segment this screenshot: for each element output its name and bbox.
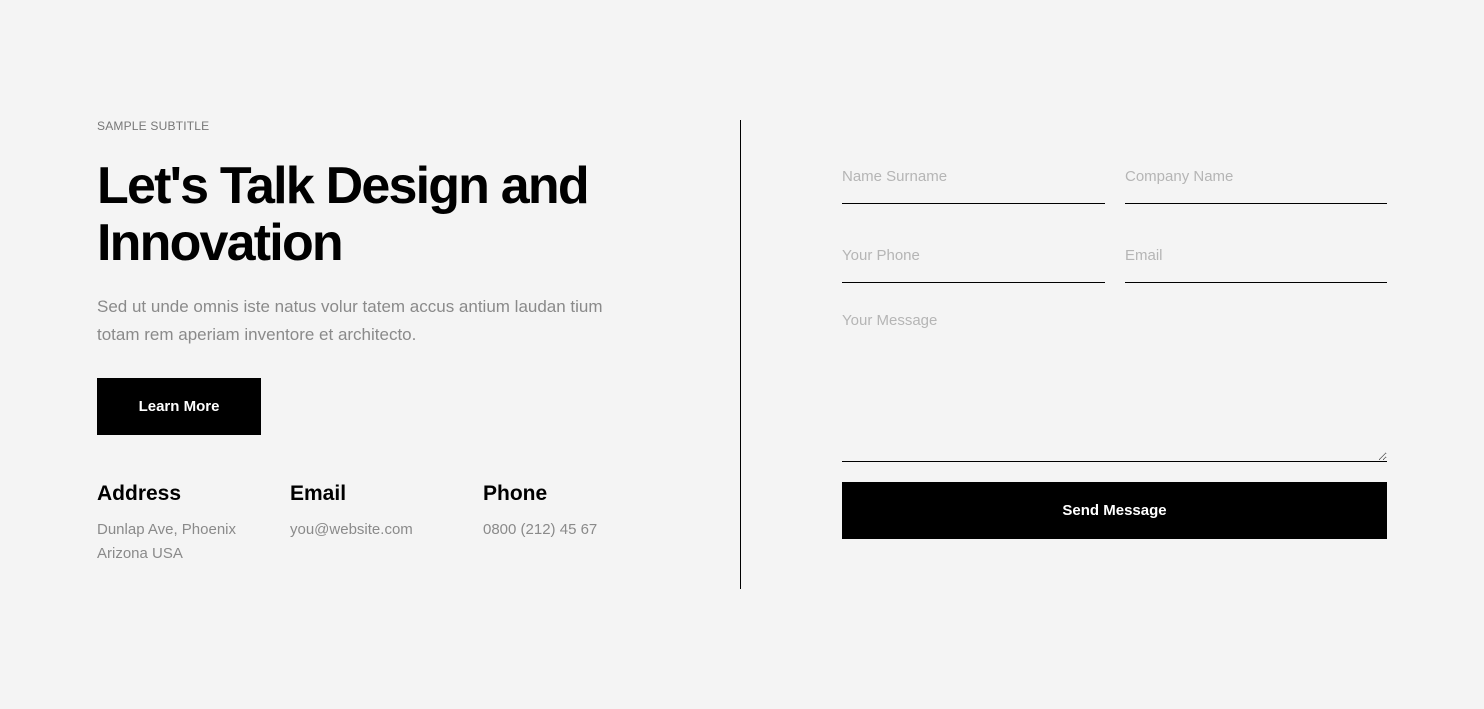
phone-title: Phone [483, 482, 548, 505]
email-text: you@website.com [290, 521, 413, 538]
address-line-2: Arizona USA [97, 545, 183, 562]
contact-intro: SAMPLE SUBTITLE Let's Talk Design and In… [97, 118, 657, 435]
company-input[interactable] [1125, 150, 1387, 204]
phone-block: Phone 0800 (212) 45 67 [483, 481, 663, 542]
phone-text: 0800 (212) 45 67 [483, 521, 598, 538]
learn-more-button[interactable]: Learn More [97, 378, 261, 435]
name-input[interactable] [842, 150, 1105, 204]
email-title: Email [290, 482, 347, 505]
address-line-1: Dunlap Ave, Phoenix [97, 521, 236, 538]
message-textarea[interactable] [842, 310, 1387, 462]
send-message-button[interactable]: Send Message [842, 482, 1387, 539]
section-description: Sed ut unde omnis iste natus volur tatem… [97, 297, 603, 344]
address-title: Address [97, 482, 182, 505]
vertical-divider [740, 120, 741, 589]
contact-info: Address Dunlap Ave, Phoenix Arizona USA … [97, 481, 697, 571]
phone-input[interactable] [842, 229, 1105, 283]
section-subtitle: SAMPLE SUBTITLE [97, 119, 210, 133]
email-input[interactable] [1125, 229, 1387, 283]
address-text: Dunlap Ave, Phoenix Arizona USA [97, 518, 277, 566]
address-block: Address Dunlap Ave, Phoenix Arizona USA [97, 481, 277, 566]
section-title: Let's Talk Design and Innovation [97, 157, 590, 272]
email-block: Email you@website.com [290, 481, 470, 542]
contact-section: SAMPLE SUBTITLE Let's Talk Design and In… [0, 0, 1484, 709]
